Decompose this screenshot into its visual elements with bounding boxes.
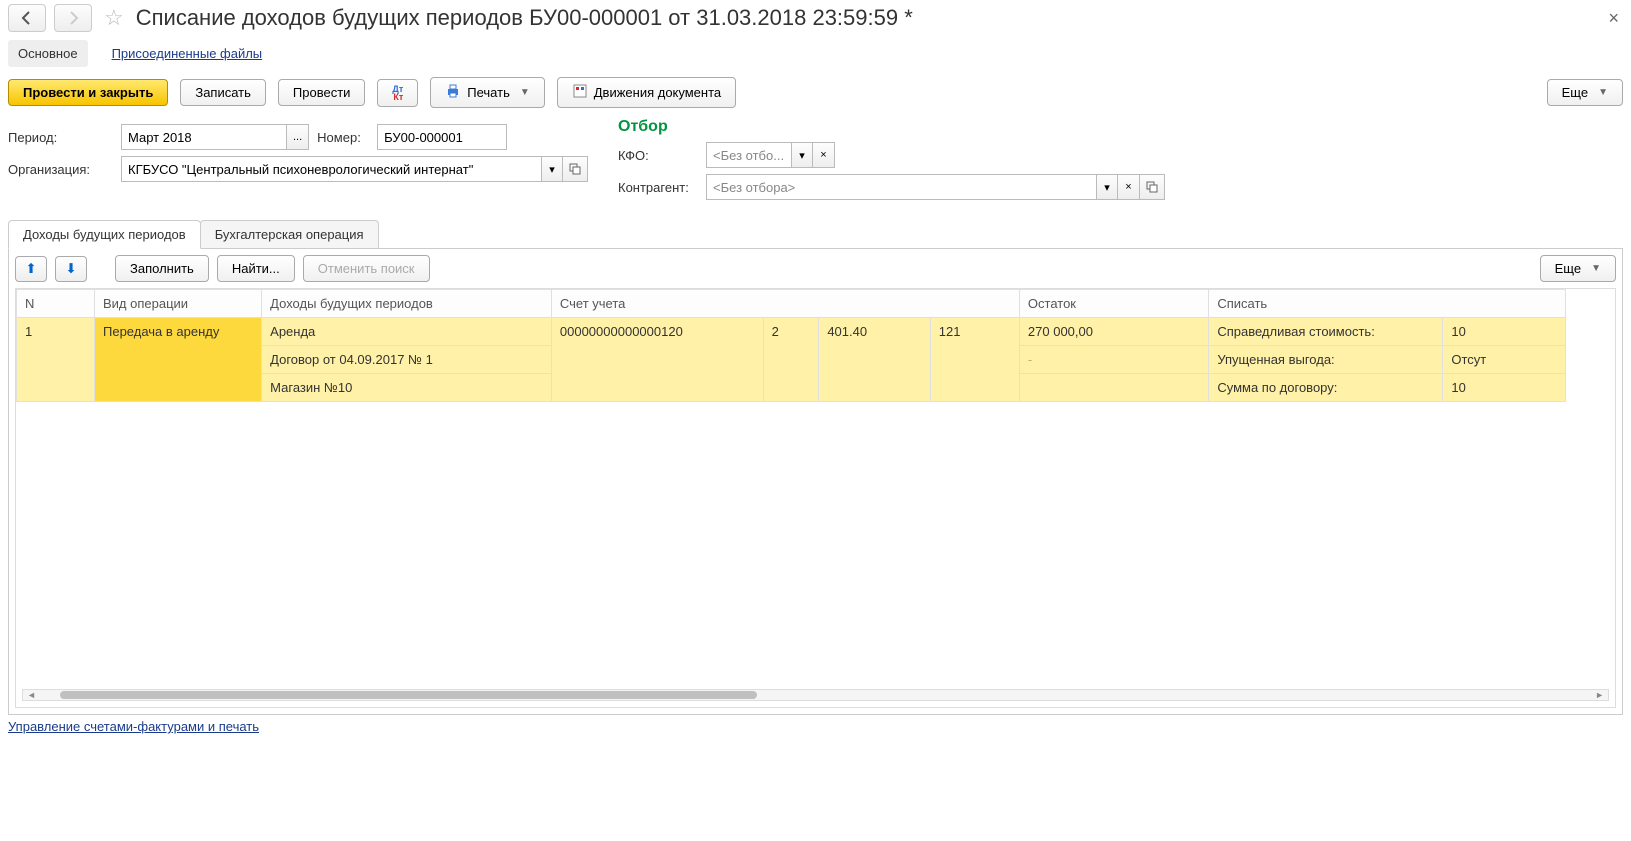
filter-title: Отбор [618, 118, 1165, 136]
scrollbar-thumb[interactable] [60, 691, 757, 699]
invoices-management-link[interactable]: Управление счетами-фактурами и печать [8, 719, 259, 734]
number-label: Номер: [317, 130, 369, 145]
organization-label: Организация: [8, 162, 113, 177]
nav-back-button[interactable] [8, 4, 46, 32]
printer-icon [445, 83, 461, 102]
movements-button[interactable]: Движения документа [557, 77, 736, 108]
tab-main[interactable]: Основное [8, 40, 88, 67]
cell-account-sub1: 2 [763, 318, 819, 402]
move-up-button[interactable]: ⬆ [15, 256, 47, 282]
cell-balance-1: 270 000,00 [1019, 318, 1208, 346]
contragent-label: Контрагент: [618, 180, 698, 195]
horizontal-scrollbar[interactable] [22, 689, 1609, 701]
chevron-down-icon: ▼ [1591, 263, 1601, 274]
contragent-open-button[interactable] [1140, 174, 1165, 200]
kfo-input[interactable] [706, 142, 791, 168]
cell-account-sub3: 121 [930, 318, 1019, 402]
cell-income-3: Магазин №10 [262, 374, 552, 402]
kfo-clear-button[interactable]: × [813, 142, 835, 168]
page-title: Списание доходов будущих периодов БУ00-0… [136, 5, 1597, 31]
arrow-right-icon [65, 10, 81, 26]
cell-income-1: Аренда [262, 318, 552, 346]
arrow-left-icon [19, 10, 35, 26]
cell-writeoff-3-val: 10 [1443, 374, 1566, 402]
cell-income-2: Договор от 04.09.2017 № 1 [262, 346, 552, 374]
col-op-type[interactable]: Вид операции [95, 290, 262, 318]
movements-label: Движения документа [594, 85, 721, 100]
tab-accounting-operation[interactable]: Бухгалтерская операция [200, 220, 379, 249]
period-input[interactable] [121, 124, 286, 150]
move-down-button[interactable]: ⬇ [55, 256, 87, 282]
open-icon [1146, 181, 1158, 193]
cell-n: 1 [17, 318, 95, 402]
more-label: Еще [1562, 85, 1588, 100]
more-button-table[interactable]: Еще ▼ [1540, 255, 1616, 282]
save-button[interactable]: Записать [180, 79, 266, 106]
cell-writeoff-1-val: 10 [1443, 318, 1566, 346]
col-writeoff[interactable]: Списать [1209, 290, 1566, 318]
col-n[interactable]: N [17, 290, 95, 318]
chevron-down-icon: ▼ [520, 87, 530, 98]
open-icon [569, 163, 581, 175]
organization-open-button[interactable] [563, 156, 588, 182]
post-and-close-button[interactable]: Провести и закрыть [8, 79, 168, 106]
fill-button[interactable]: Заполнить [115, 255, 209, 282]
tab-attachments[interactable]: Присоединенные файлы [112, 46, 263, 61]
contragent-clear-button[interactable]: × [1118, 174, 1140, 200]
period-ellipsis-button[interactable]: ... [286, 124, 309, 150]
cell-balance-3 [1019, 374, 1208, 402]
kfo-dropdown-button[interactable]: ▾ [791, 142, 813, 168]
kfo-label: КФО: [618, 148, 698, 163]
dtkt-icon: ДтКт [392, 85, 403, 101]
tab-future-incomes[interactable]: Доходы будущих периодов [8, 220, 201, 249]
col-account[interactable]: Счет учета [551, 290, 1019, 318]
arrow-up-icon: ⬆ [25, 261, 36, 277]
dtkt-button[interactable]: ДтКт [377, 79, 418, 107]
cell-op-type: Передача в аренду [95, 318, 262, 402]
period-label: Период: [8, 130, 113, 145]
col-balance[interactable]: Остаток [1019, 290, 1208, 318]
nav-forward-button[interactable] [54, 4, 92, 32]
cell-writeoff-1-label: Справедливая стоимость: [1209, 318, 1443, 346]
organization-input[interactable] [121, 156, 541, 182]
cell-writeoff-2-val: Отсут [1443, 346, 1566, 374]
contragent-input[interactable] [706, 174, 1096, 200]
arrow-down-icon: ⬇ [65, 261, 76, 277]
chevron-down-icon: ▼ [1598, 87, 1608, 98]
print-button[interactable]: Печать ▼ [430, 77, 545, 108]
more-label: Еще [1555, 261, 1581, 276]
cell-writeoff-2-label: Упущенная выгода: [1209, 346, 1443, 374]
report-icon [572, 83, 588, 102]
cell-account-sub2: 401.40 [819, 318, 930, 402]
number-input[interactable] [377, 124, 507, 150]
cancel-find-button[interactable]: Отменить поиск [303, 255, 430, 282]
contragent-dropdown-button[interactable]: ▾ [1096, 174, 1118, 200]
find-button[interactable]: Найти... [217, 255, 295, 282]
cell-account-code: 00000000000000120 [551, 318, 763, 402]
table-row[interactable]: 1 Передача в аренду Аренда 0000000000000… [17, 318, 1566, 346]
close-icon[interactable]: × [1604, 8, 1623, 29]
post-button[interactable]: Провести [278, 79, 366, 106]
cell-balance-2: - [1019, 346, 1208, 374]
cell-writeoff-3-label: Сумма по договору: [1209, 374, 1443, 402]
col-future-income[interactable]: Доходы будущих периодов [262, 290, 552, 318]
print-label: Печать [467, 85, 510, 100]
favorite-star-icon[interactable]: ☆ [104, 5, 124, 31]
more-button-toolbar[interactable]: Еще ▼ [1547, 79, 1623, 106]
organization-dropdown-button[interactable]: ▾ [541, 156, 563, 182]
